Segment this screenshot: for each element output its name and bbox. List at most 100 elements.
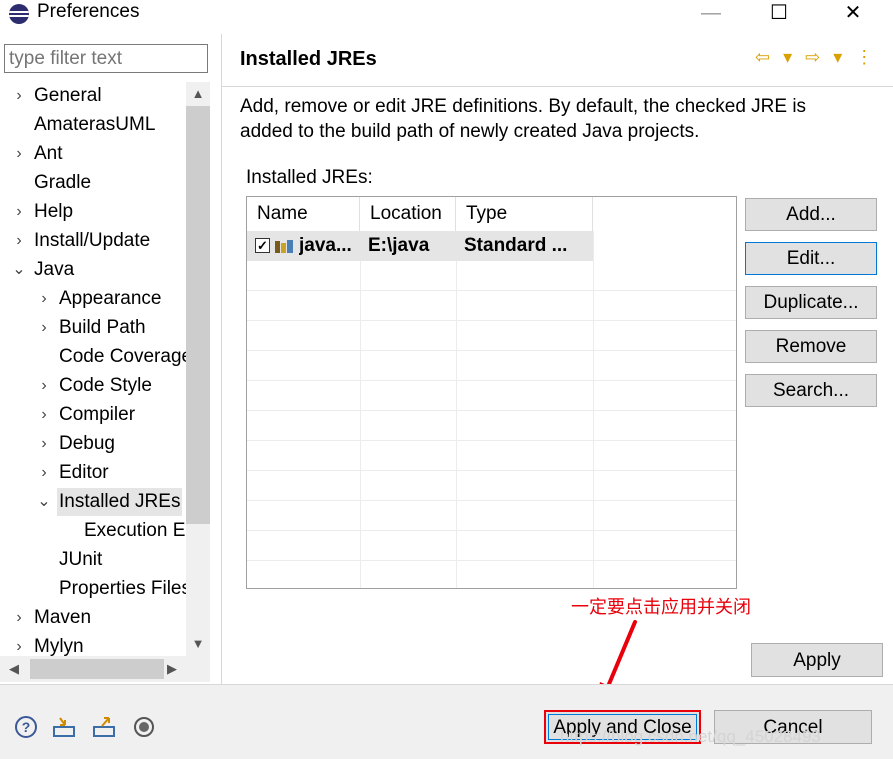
tree-item-compiler[interactable]: › Compiler — [0, 401, 186, 429]
chevron-right-icon[interactable]: › — [37, 372, 51, 400]
chevron-right-icon[interactable]: › — [12, 140, 26, 168]
tree-item-label: Help — [34, 201, 74, 222]
jre-table: Name Location Type ✓ java... E:\java Sta… — [246, 196, 737, 589]
tree-item-help[interactable]: › Help — [0, 198, 186, 226]
tree-item-install-update[interactable]: › Install/Update — [0, 227, 186, 255]
tree-item-label: General — [34, 85, 102, 106]
vertical-scroll-thumb[interactable] — [186, 106, 210, 524]
chevron-right-icon[interactable]: › — [12, 227, 26, 255]
empty-row — [247, 291, 736, 321]
empty-row — [247, 411, 736, 441]
tree-item-amaterasuml[interactable]: AmaterasUML — [0, 111, 186, 139]
tree-item-java[interactable]: ⌄ Java — [0, 256, 186, 284]
tree-item-label: AmaterasUML — [34, 114, 156, 135]
tree-item-editor[interactable]: › Editor — [0, 459, 186, 487]
page-title: Installed JREs — [240, 48, 377, 70]
tree-item-label: JUnit — [59, 549, 103, 570]
tree-item-label: Gradle — [34, 172, 92, 193]
tree-item-execution-environments[interactable]: Execution Environments — [0, 517, 186, 545]
chevron-right-icon[interactable]: › — [37, 314, 51, 342]
scroll-corner — [186, 656, 210, 682]
tree-item-label: Install/Update — [34, 230, 151, 251]
tree-item-label: Mylyn — [34, 636, 84, 656]
remove-button[interactable]: Remove — [745, 330, 877, 363]
tree-item-code-style[interactable]: › Code Style — [0, 372, 186, 400]
empty-row — [247, 321, 736, 351]
window-title: Preferences — [37, 1, 140, 22]
help-icon[interactable]: ? — [14, 715, 38, 739]
tree-item-mylyn[interactable]: › Mylyn — [0, 633, 186, 656]
close-button[interactable]: ✕ — [830, 0, 876, 28]
tree-item-junit[interactable]: JUnit — [0, 546, 186, 574]
jre-type-cell: Standard ... — [464, 235, 568, 256]
column-header-name[interactable]: Name — [247, 197, 360, 231]
tree-item-installed-jres[interactable]: ⌄ Installed JREs — [0, 488, 186, 516]
edit-button[interactable]: Edit... — [745, 242, 877, 275]
chevron-right-icon[interactable]: › — [37, 285, 51, 313]
tree-item-build-path[interactable]: › Build Path — [0, 314, 186, 342]
svg-text:?: ? — [22, 719, 31, 735]
record-icon[interactable] — [132, 715, 156, 739]
empty-row — [247, 381, 736, 411]
table-label: Installed JREs: — [246, 167, 373, 188]
tree-item-maven[interactable]: › Maven — [0, 604, 186, 632]
tree-item-label: Java — [34, 259, 75, 280]
empty-row — [247, 501, 736, 531]
tree-item-label: Ant — [34, 143, 63, 164]
page-description-line-1: Add, remove or edit JRE definitions. By … — [240, 96, 807, 117]
scroll-left-icon[interactable]: ◀ — [2, 657, 26, 681]
default-jre-checkbox[interactable]: ✓ — [255, 238, 270, 253]
add-button[interactable]: Add... — [745, 198, 877, 231]
tree-item-label: Maven — [34, 607, 92, 628]
tree-item-label: Build Path — [59, 317, 146, 338]
column-header-type[interactable]: Type — [456, 197, 593, 231]
minimize-button[interactable]: — — [688, 0, 734, 28]
tree-item-label: Appearance — [59, 288, 162, 309]
apply-button[interactable]: Apply — [751, 643, 883, 677]
chevron-right-icon[interactable]: › — [12, 604, 26, 632]
annotation-text: 一定要点击应用并关闭 — [571, 597, 751, 617]
preferences-tree: › General AmaterasUML › Ant Gradle › Help ›… — [0, 82, 210, 656]
chevron-right-icon[interactable]: › — [37, 430, 51, 458]
empty-row — [247, 351, 736, 381]
eclipse-icon — [9, 4, 29, 24]
tree-item-appearance[interactable]: › Appearance — [0, 285, 186, 313]
search-button[interactable]: Search... — [745, 374, 877, 407]
tree-item-label: Code Style — [59, 375, 152, 396]
duplicate-button[interactable]: Duplicate... — [745, 286, 877, 319]
tree-item-label: Code Coverage — [59, 346, 186, 367]
export-preferences-icon[interactable] — [92, 715, 116, 739]
tree-item-general[interactable]: › General — [0, 82, 186, 110]
horizontal-scroll-thumb[interactable] — [30, 659, 164, 679]
chevron-down-icon[interactable]: ⌄ — [12, 256, 26, 284]
table-row[interactable]: ✓ java... E:\java Standard ... — [247, 231, 593, 261]
tree-item-label: Properties Files Editor — [59, 578, 186, 599]
chevron-right-icon[interactable]: › — [12, 633, 26, 656]
tree-item-ant[interactable]: › Ant — [0, 140, 186, 168]
pane-divider[interactable] — [221, 34, 222, 684]
tree-item-label: Installed JREs — [57, 488, 183, 516]
chevron-down-icon[interactable]: ⌄ — [37, 488, 51, 516]
column-header-location[interactable]: Location — [360, 197, 456, 231]
page-description-line-2: added to the build path of newly created… — [240, 121, 700, 142]
chevron-right-icon[interactable]: › — [37, 459, 51, 487]
tree-item-properties-files-editor[interactable]: Properties Files Editor — [0, 575, 186, 603]
scroll-right-icon[interactable]: ▶ — [160, 657, 184, 681]
filter-input[interactable] — [4, 44, 208, 73]
tree-item-label: Execution Environments — [84, 520, 186, 541]
watermark: https://blog.csdn.net/qq_45028493 — [560, 727, 821, 746]
tree-item-gradle[interactable]: Gradle — [0, 169, 186, 197]
tree-item-label: Debug — [59, 433, 115, 454]
title-separator — [222, 86, 893, 87]
scroll-up-icon[interactable]: ▲ — [186, 82, 210, 106]
import-preferences-icon[interactable] — [52, 715, 76, 739]
chevron-right-icon[interactable]: › — [37, 401, 51, 429]
chevron-right-icon[interactable]: › — [12, 82, 26, 110]
tree-item-code-coverage[interactable]: Code Coverage — [0, 343, 186, 371]
maximize-button[interactable]: ☐ — [756, 0, 802, 28]
chevron-right-icon[interactable]: › — [12, 198, 26, 226]
tree-item-debug[interactable]: › Debug — [0, 430, 186, 458]
history-nav-icon[interactable]: ⇦ ▾ ⇨ ▾ ⋮ — [755, 47, 877, 68]
scroll-down-icon[interactable]: ▼ — [186, 632, 210, 656]
tree-item-label: Editor — [59, 462, 109, 483]
